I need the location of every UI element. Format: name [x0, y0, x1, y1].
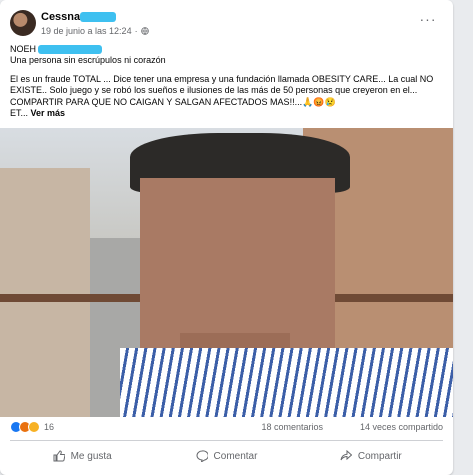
post-stats: 16 18 comentarios 14 veces compartido — [10, 420, 443, 436]
author-name[interactable]: Cessna — [41, 11, 80, 23]
comment-label: Comentar — [213, 450, 258, 462]
post-meta: 19 de junio a las 12:24 · — [41, 26, 149, 36]
sad-reaction-icon — [28, 421, 40, 433]
post-text-line: El es un fraude TOTAL ... Dice tener una… — [10, 73, 434, 84]
like-label: Me gusta — [70, 450, 112, 462]
share-button[interactable]: Compartir — [299, 443, 443, 469]
reactions-summary[interactable]: 16 — [10, 421, 54, 433]
more-options-button[interactable]: ··· — [419, 12, 437, 28]
post-text-line: COMPARTIR PARA QUE NO CAIGAN Y SALGAN AF… — [10, 96, 336, 107]
post-text-tail: ET... — [10, 108, 29, 119]
name-redaction — [38, 45, 103, 55]
post-text-line: EXISTE.. Solo juego y se robó los sueños… — [10, 85, 418, 96]
post-subtitle: Una persona sin escrúpulos ni corazón — [10, 55, 166, 66]
comment-button[interactable]: Comentar — [154, 443, 298, 469]
photo-pixelated-face — [140, 178, 335, 353]
post-photo[interactable] — [0, 128, 453, 417]
globe-icon — [140, 27, 149, 35]
post-time[interactable]: 19 de junio a las 12:24 — [41, 26, 132, 36]
comments-count[interactable]: 18 comentarios — [261, 422, 323, 432]
photo-shirt — [120, 348, 453, 417]
post-card: Cessna 19 de junio a las 12:24 · ··· NOE… — [0, 0, 453, 475]
post-text: NOEH Una persona sin escrúpulos ni coraz… — [10, 44, 440, 119]
like-button[interactable]: Me gusta — [10, 443, 154, 469]
post-header: Cessna 19 de junio a las 12:24 · ··· — [10, 10, 443, 42]
thumbs-up-icon — [53, 450, 65, 462]
avatar[interactable] — [10, 10, 36, 36]
post-name-line: NOEH — [10, 44, 440, 55]
photo-building — [0, 168, 90, 417]
share-label: Compartir — [357, 450, 402, 462]
share-icon — [340, 450, 352, 461]
comment-icon — [196, 450, 208, 462]
shares-count[interactable]: 14 veces compartido — [360, 422, 443, 432]
see-more-link[interactable]: Ver más — [31, 108, 66, 118]
redaction-mark — [80, 12, 116, 22]
divider — [10, 440, 443, 441]
name-prefix: NOEH — [10, 44, 37, 54]
reaction-count: 16 — [44, 422, 55, 432]
post-actions: Me gusta Comentar Compartir — [10, 443, 443, 469]
dot-separator: · — [134, 26, 138, 36]
post-text-line: ET... Ver más — [10, 108, 440, 119]
